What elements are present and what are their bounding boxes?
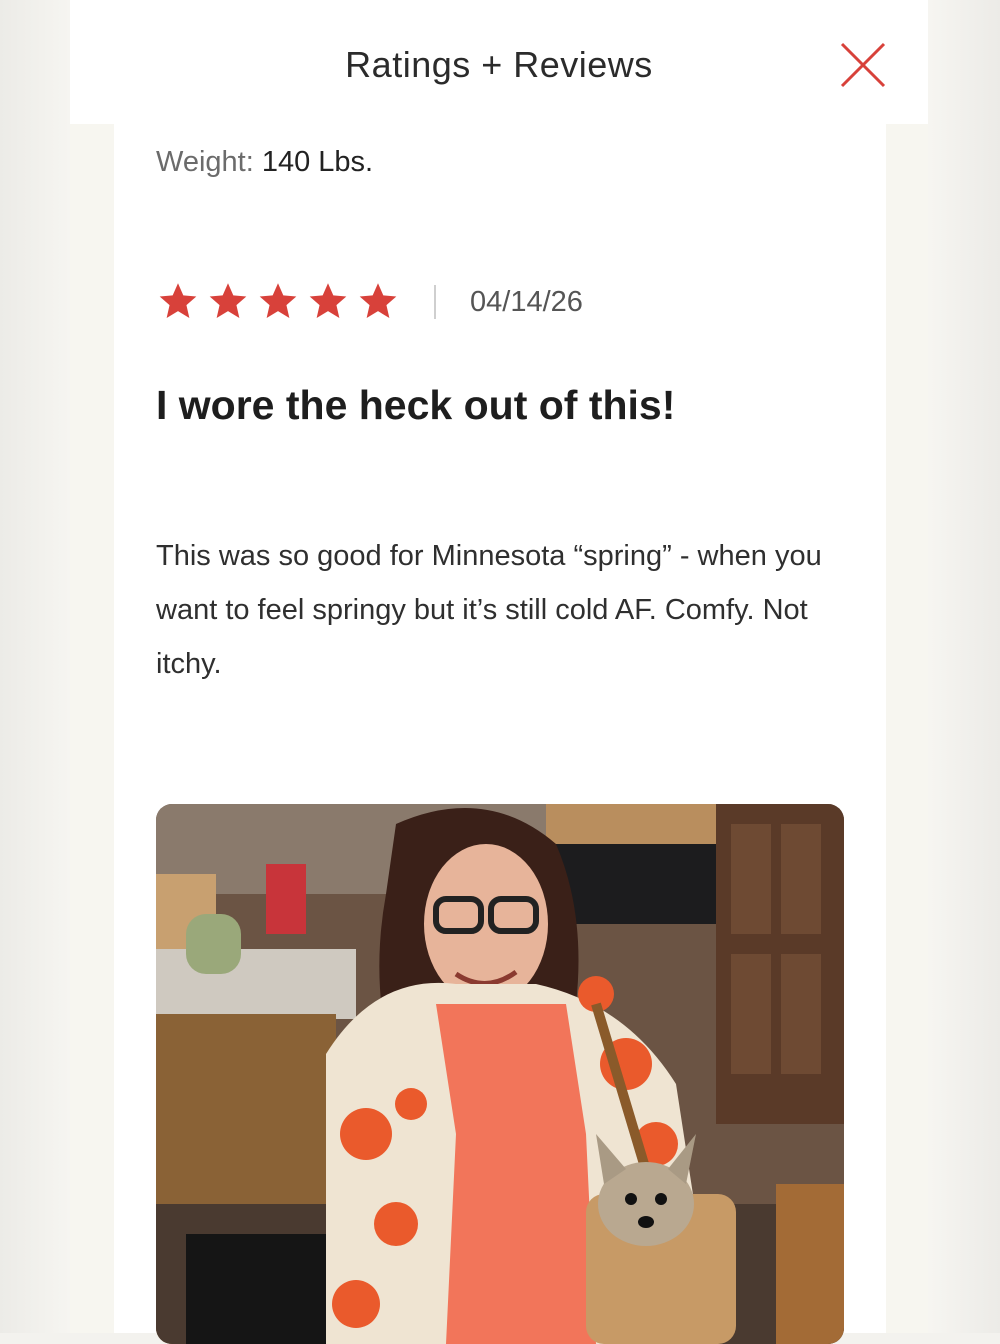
star-icon — [259, 283, 297, 318]
reviewer-weight: Weight: 140 Lbs. — [156, 146, 373, 179]
rating-row: 04/14/26 — [156, 280, 583, 324]
review-card: Weight: 140 Lbs. 04/14/26 I wore the hec… — [114, 124, 886, 1344]
close-icon — [840, 42, 886, 88]
review-date: 04/14/26 — [470, 285, 583, 318]
modal-title: Ratings + Reviews — [345, 44, 653, 85]
star-icon — [159, 283, 197, 318]
star-icon — [309, 283, 347, 318]
star-icon — [359, 283, 397, 318]
close-button[interactable] — [838, 40, 888, 90]
reviews-modal: Ratings + Reviews Weight: 140 Lbs. 04/14… — [70, 0, 928, 1344]
rating-divider — [434, 285, 436, 319]
modal-header: Ratings + Reviews — [70, 0, 928, 124]
review-title: I wore the heck out of this! — [156, 382, 676, 428]
weight-label: Weight: — [156, 146, 254, 178]
review-photo-illustration — [156, 804, 844, 1344]
weight-value: 140 Lbs. — [261, 146, 374, 178]
review-body: This was so good for Minnesota “spring” … — [156, 540, 822, 680]
review-photo[interactable] — [156, 804, 844, 1344]
star-icon — [209, 283, 247, 318]
